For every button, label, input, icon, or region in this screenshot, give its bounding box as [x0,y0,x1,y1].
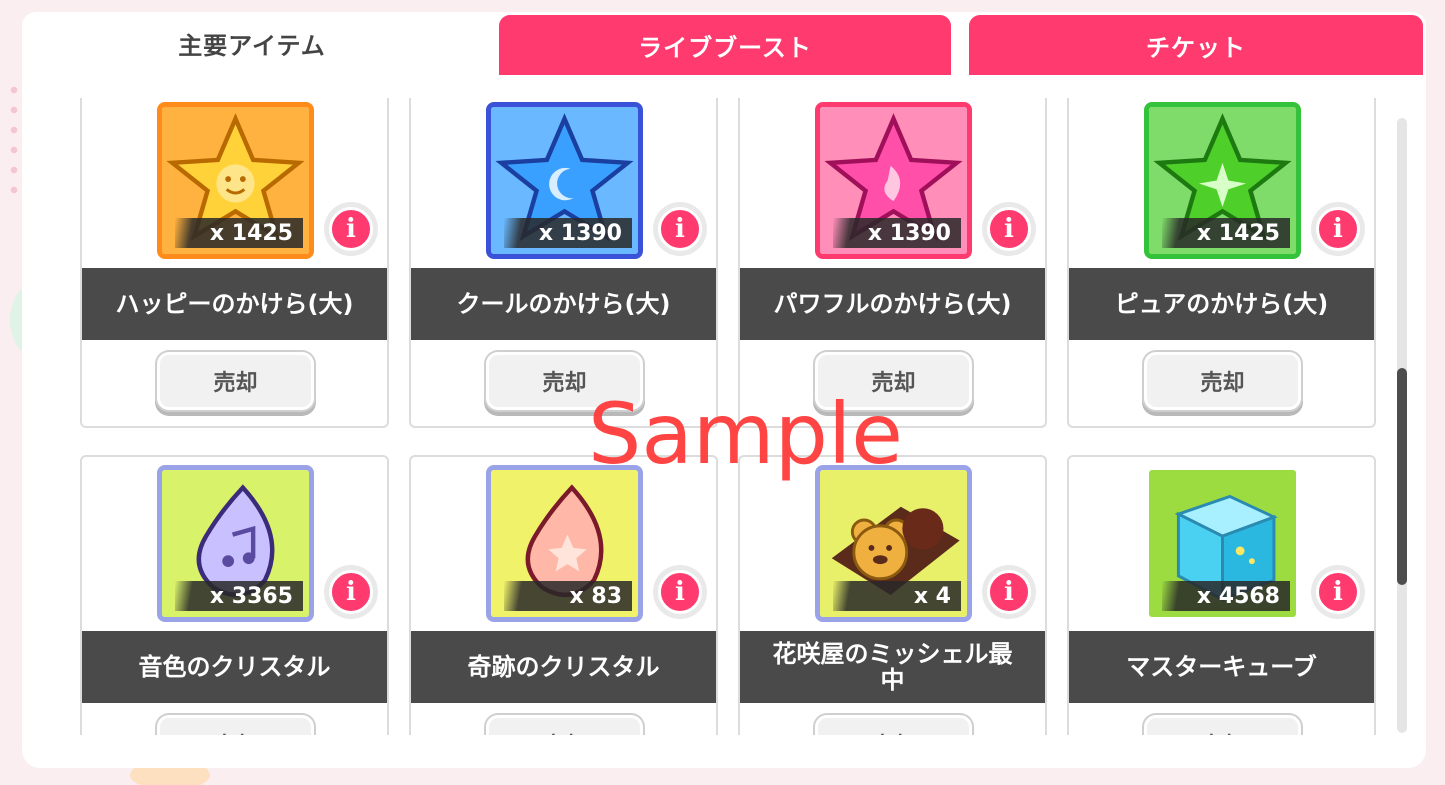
sell-button[interactable]: 売却 [486,352,643,410]
item-name: 花咲屋のミッシェル最中 [740,631,1045,703]
item-quantity: x 1425 [1162,218,1290,248]
tab-tickets[interactable]: チケット [966,12,1426,75]
info-icon: i [1316,207,1360,251]
star-powerful-icon: x 1390 [815,102,972,259]
star-happy-icon: x 1425 [157,102,314,259]
item-name: マスターキューブ [1069,631,1374,703]
miracle-crystal-icon: x 83 [486,465,643,622]
item-quantity: x 4568 [1162,581,1290,611]
item-name: クールのかけら(大) [411,268,716,340]
master-cube-icon: x 4568 [1144,465,1301,622]
scrollbar-thumb[interactable] [1397,368,1407,585]
info-button[interactable]: i [1311,565,1365,619]
item-card: x 1425 i ピュアのかけら(大) 売却 [1067,98,1376,428]
scrollbar[interactable] [1397,118,1407,733]
star-cool-icon: x 1390 [486,102,643,259]
info-icon: i [1316,570,1360,614]
item-card: x 4 i 花咲屋のミッシェル最中 売却 [738,455,1047,735]
sell-button[interactable]: 売却 [815,715,972,735]
timbre-crystal-icon: x 3365 [157,465,314,622]
info-icon: i [987,570,1031,614]
tab-main-items[interactable]: 主要アイテム [22,12,482,75]
info-icon: i [658,207,702,251]
item-card: x 4568 i マスターキューブ 売却 [1067,455,1376,735]
star-pure-icon: x 1425 [1144,102,1301,259]
info-icon: i [329,207,373,251]
item-quantity: x 3365 [175,581,303,611]
info-button[interactable]: i [324,202,378,256]
item-name: ハッピーのかけら(大) [82,268,387,340]
info-icon: i [658,570,702,614]
tab-live-boost[interactable]: ライブブースト [496,12,954,75]
item-card: x 83 i 奇跡のクリスタル 売却 [409,455,718,735]
info-button[interactable]: i [653,565,707,619]
item-name: 奇跡のクリスタル [411,631,716,703]
sell-button[interactable]: 売却 [1144,715,1301,735]
info-icon: i [329,570,373,614]
sell-button[interactable]: 売却 [815,352,972,410]
info-icon: i [987,207,1031,251]
background-dots [8,80,20,200]
michelle-monaka-icon: x 4 [815,465,972,622]
item-quantity: x 1390 [504,218,632,248]
item-card: x 3365 i 音色のクリスタル 売却 [80,455,389,735]
sell-button[interactable]: 売却 [486,715,643,735]
item-card: x 1425 i ハッピーのかけら(大) 売却 [80,98,389,428]
info-button[interactable]: i [982,202,1036,256]
item-grid: x 1425 i ハッピーのかけら(大) 売却 x 1390 i クールのかけら… [22,98,1402,735]
item-quantity: x 1425 [175,218,303,248]
sell-button[interactable]: 売却 [157,715,314,735]
sell-button[interactable]: 売却 [1144,352,1301,410]
info-button[interactable]: i [982,565,1036,619]
item-quantity: x 1390 [833,218,961,248]
info-button[interactable]: i [653,202,707,256]
item-quantity: x 83 [504,581,632,611]
info-button[interactable]: i [324,565,378,619]
item-quantity: x 4 [833,581,961,611]
sell-button[interactable]: 売却 [157,352,314,410]
item-card: x 1390 i クールのかけら(大) 売却 [409,98,718,428]
item-card: x 1390 i パワフルのかけら(大) 売却 [738,98,1047,428]
item-name: ピュアのかけら(大) [1069,268,1374,340]
item-name: 音色のクリスタル [82,631,387,703]
item-name: パワフルのかけら(大) [740,268,1045,340]
info-button[interactable]: i [1311,202,1365,256]
